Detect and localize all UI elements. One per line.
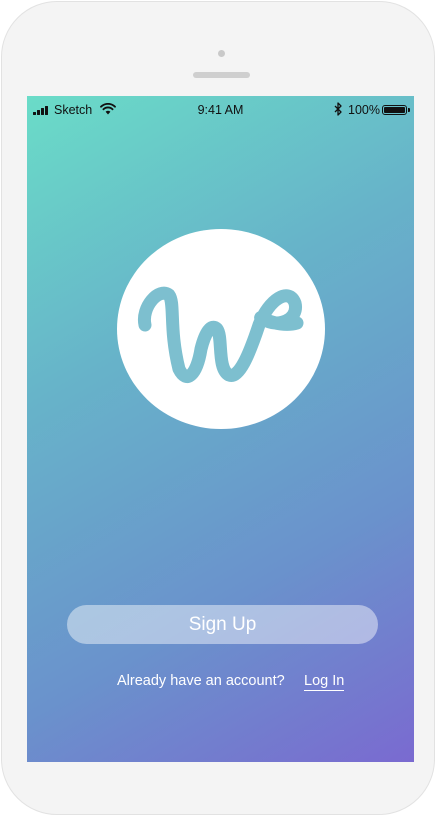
battery-tip bbox=[408, 108, 410, 112]
account-prompt-text: Already have an account? bbox=[117, 673, 285, 689]
battery-icon bbox=[382, 105, 407, 115]
status-bar: Sketch 9:41 AM 100% bbox=[27, 96, 414, 124]
battery-percent: 100% bbox=[348, 103, 380, 117]
app-screen: Sketch 9:41 AM 100% Sign Up Already have… bbox=[27, 96, 414, 762]
sign-up-button[interactable]: Sign Up bbox=[67, 605, 378, 644]
earpiece-speaker bbox=[193, 72, 250, 78]
battery-level bbox=[384, 107, 405, 113]
front-camera bbox=[218, 50, 225, 57]
app-logo bbox=[117, 229, 325, 429]
log-in-link[interactable]: Log In bbox=[304, 673, 345, 691]
bluetooth-icon bbox=[334, 102, 342, 116]
w-logo-icon bbox=[137, 286, 304, 383]
